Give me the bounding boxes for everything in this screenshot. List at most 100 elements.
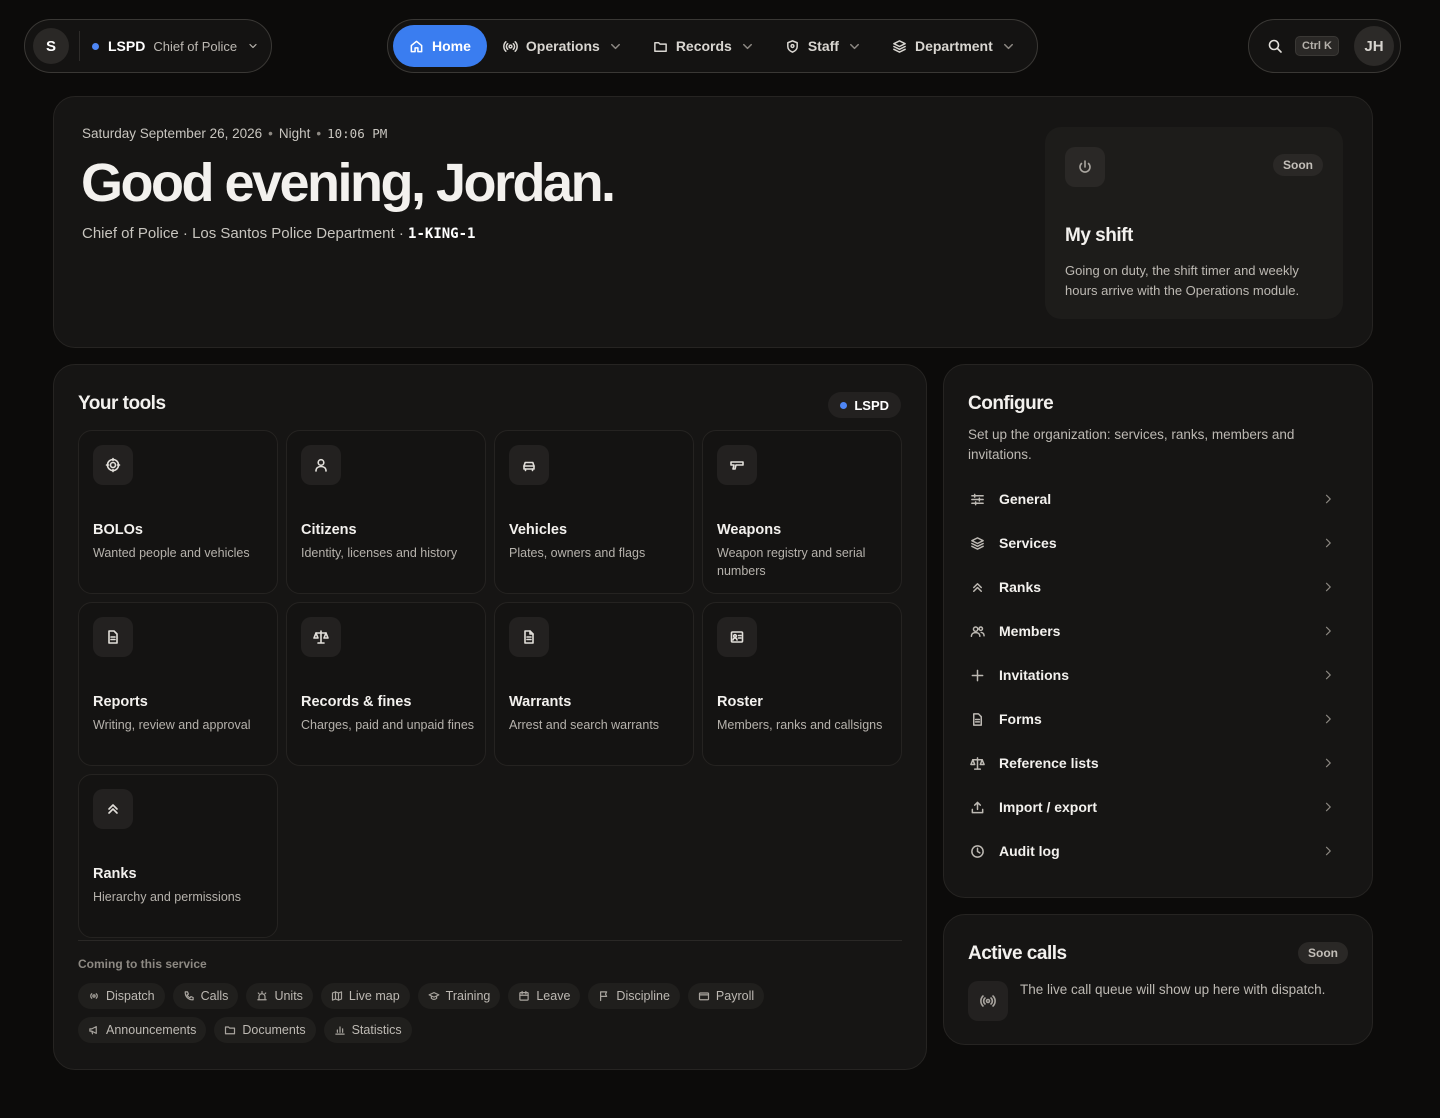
tool-title: Vehicles (509, 522, 568, 538)
tool-title: Weapons (717, 522, 782, 538)
tool-title: Records & fines (301, 694, 412, 710)
config-item-members[interactable]: Members (960, 609, 1358, 653)
user-avatar[interactable]: JH (1354, 26, 1394, 66)
tool-description: Weapon registry and serial numbers (717, 546, 866, 578)
chevron-right-icon (1322, 581, 1334, 593)
folder-icon (224, 1024, 236, 1036)
nav-operations[interactable]: Operations (489, 25, 637, 67)
tool-description: Hierarchy and permissions (93, 890, 241, 904)
hero-role: Chief of Police (82, 225, 179, 242)
chevron-right-icon (1322, 845, 1334, 857)
coming-soon-label: Coming to this service (78, 957, 207, 971)
broadcast-icon (968, 981, 1008, 1021)
chip-statistics: Statistics (323, 1017, 412, 1043)
chip-payroll: Payroll (687, 983, 765, 1009)
sliders-icon (970, 492, 985, 507)
tool-roster[interactable]: Roster Members, ranks and callsigns (702, 602, 902, 766)
nav-label: Home (432, 38, 471, 54)
tool-title: Ranks (93, 866, 137, 882)
hero-time: 10:06 PM (327, 126, 388, 141)
tool-bolos[interactable]: BOLOs Wanted people and vehicles (78, 430, 278, 594)
divider (79, 31, 80, 61)
configure-card: Configure Set up the organization: servi… (943, 364, 1373, 898)
nav-label: Staff (807, 38, 839, 54)
nav-home[interactable]: Home (393, 25, 487, 67)
config-item-forms[interactable]: Forms (960, 697, 1358, 741)
org-switcher[interactable]: S LSPD Chief of Police (24, 19, 272, 73)
coming-soon-chips: Dispatch Calls Units Live map Training L… (78, 983, 798, 1043)
chevron-right-icon (1322, 537, 1334, 549)
hero-datetime: Saturday September 26, 2026 • Night • 10:06 … (82, 126, 388, 141)
config-item-services[interactable]: Services (960, 521, 1358, 565)
chevron-right-icon (1322, 757, 1334, 769)
upload-icon (970, 800, 985, 815)
active-calls-card: Active calls Soon The live call queue wi… (943, 914, 1373, 1045)
hero-department: Los Santos Police Department (192, 225, 395, 242)
org-avatar[interactable]: S (33, 28, 69, 64)
tool-description: Plates, owners and flags (509, 546, 646, 560)
tool-reports[interactable]: Reports Writing, review and approval (78, 602, 278, 766)
file-text-icon (509, 617, 549, 657)
chevron-down-icon (847, 39, 862, 54)
chevron-right-icon (1322, 801, 1334, 813)
document-icon (970, 712, 985, 727)
tools-title: Your tools (78, 393, 166, 414)
status-dot (92, 42, 99, 50)
configure-description: Set up the organization: services, ranks… (968, 427, 1295, 462)
tool-title: BOLOs (93, 522, 143, 538)
id-card-icon (717, 617, 757, 657)
status-badge: Soon (1298, 942, 1348, 964)
shield-icon (785, 39, 800, 54)
tool-weapons[interactable]: Weapons Weapon registry and serial numbe… (702, 430, 902, 594)
nav-label: Department (914, 38, 993, 54)
tool-records-fines[interactable]: Records & fines Charges, paid and unpaid… (286, 602, 486, 766)
config-item-label: General (999, 491, 1052, 507)
shift-title: My shift (1065, 225, 1133, 246)
car-icon (509, 445, 549, 485)
shortcut-hint[interactable]: Ctrl K (1295, 36, 1339, 56)
config-item-import-export[interactable]: Import / export (960, 785, 1358, 829)
chevron-down-icon (740, 39, 755, 54)
scale-icon (970, 756, 985, 771)
config-item-label: Services (999, 535, 1057, 551)
chip-discipline: Discipline (588, 983, 680, 1009)
tool-title: Roster (717, 694, 763, 710)
nav-staff[interactable]: Staff (771, 25, 876, 67)
config-item-label: Audit log (999, 843, 1060, 859)
layers-icon (970, 536, 985, 551)
config-item-reference-lists[interactable]: Reference lists (960, 741, 1358, 785)
chevron-down-icon (247, 40, 259, 52)
page-title: Good evening, Jordan. (81, 153, 616, 213)
tool-vehicles[interactable]: Vehicles Plates, owners and flags (494, 430, 694, 594)
target-icon (93, 445, 133, 485)
tool-citizens[interactable]: Citizens Identity, licenses and history (286, 430, 486, 594)
tools-card: Your tools LSPD BOLOs Wanted people and … (53, 364, 927, 1070)
nav-department[interactable]: Department (878, 25, 1030, 67)
users-icon (970, 624, 985, 639)
hero-subtitle: Chief of Police · Los Santos Police Depa… (82, 225, 476, 242)
chip-training: Training (417, 983, 501, 1009)
chevron-right-icon (1322, 493, 1334, 505)
config-item-label: Ranks (999, 579, 1042, 595)
divider (78, 940, 902, 941)
siren-icon (256, 990, 268, 1002)
chip-announcements: Announcements (78, 1017, 207, 1043)
tool-ranks[interactable]: Ranks Hierarchy and permissions (78, 774, 278, 938)
tool-description: Arrest and search warrants (509, 718, 660, 732)
tool-warrants[interactable]: Warrants Arrest and search warrants (494, 602, 694, 766)
wallet-icon (698, 990, 710, 1002)
calendar-icon (518, 990, 530, 1002)
hero-card: Saturday September 26, 2026 • Night • 10:06 … (53, 96, 1373, 348)
config-item-general[interactable]: General (960, 477, 1358, 521)
nav-records[interactable]: Records (639, 25, 769, 67)
chip-documents: Documents (214, 1017, 316, 1043)
config-item-ranks[interactable]: Ranks (960, 565, 1358, 609)
chip-leave: Leave (508, 983, 581, 1009)
config-item-invitations[interactable]: Invitations (960, 653, 1358, 697)
broadcast-icon (88, 990, 100, 1002)
tool-description: Identity, licenses and history (301, 546, 458, 560)
config-item-audit-log[interactable]: Audit log (960, 829, 1358, 873)
graduation-cap-icon (428, 990, 440, 1002)
search-icon[interactable] (1267, 38, 1283, 54)
chip-dispatch: Dispatch (78, 983, 165, 1009)
